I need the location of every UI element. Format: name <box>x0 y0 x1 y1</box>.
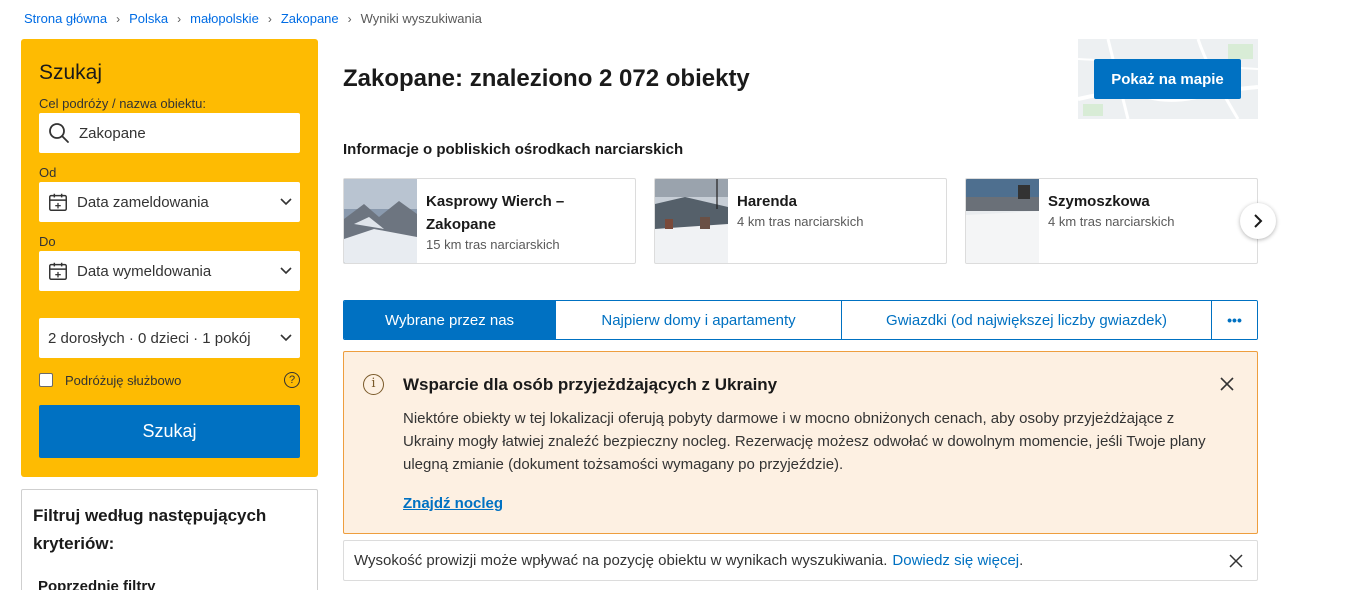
destination-value: Zakopane <box>79 124 146 142</box>
destination-label: Cel podróży / nazwa obiektu: <box>39 96 206 111</box>
business-trip-row: Podróżuję służbowo ? <box>39 372 300 388</box>
chevron-down-icon <box>272 267 300 275</box>
guests-select[interactable]: 2 dorosłych · 0 dzieci · 1 pokój <box>39 318 300 358</box>
find-accommodation-link[interactable]: Znajdź nocleg <box>403 495 503 512</box>
banner-title: Wsparcie dla osób przyjeżdżających z Ukr… <box>403 375 778 394</box>
chevron-right-icon: › <box>267 11 272 26</box>
ski-resort-distance: 4 km tras narciarskich <box>737 214 864 229</box>
sort-tab-more[interactable]: ••• <box>1212 301 1257 339</box>
checkin-value: Data zameldowania <box>77 193 209 211</box>
commission-period: . <box>1019 552 1024 569</box>
breadcrumb-current: Wyniki wyszukiwania <box>360 11 482 26</box>
commission-text: Wysokość prowizji może wpływać na pozycj… <box>354 552 888 569</box>
info-icon: i <box>363 374 384 395</box>
business-trip-checkbox[interactable] <box>39 373 53 387</box>
banner-body: Niektóre obiekty w tej lokalizacji oferu… <box>403 410 1206 473</box>
chevron-right-icon <box>1254 214 1263 228</box>
chevron-down-icon <box>272 198 300 206</box>
commission-notice: Wysokość prowizji może wpływać na pozycj… <box>343 540 1258 581</box>
ski-resort-photo <box>655 179 728 263</box>
breadcrumb-country[interactable]: Polska <box>129 11 168 26</box>
chevron-right-icon: › <box>177 11 182 26</box>
sort-tab-homes-first[interactable]: Najpierw domy i apartamenty <box>556 301 842 339</box>
breadcrumb-city[interactable]: Zakopane <box>281 11 339 26</box>
ski-resorts-heading: Informacje o pobliskich ośrodkach narcia… <box>343 141 684 158</box>
previous-filters-heading: Poprzednie filtry <box>38 578 156 590</box>
calendar-icon <box>49 193 67 211</box>
search-button[interactable]: Szukaj <box>39 405 300 458</box>
breadcrumb-region[interactable]: małopolskie <box>190 11 259 26</box>
ski-resort-name: Kasprowy Wierch – Zakopane <box>426 193 565 233</box>
page-title: Zakopane: znaleziono 2 072 obiekty <box>343 65 750 92</box>
breadcrumb-home[interactable]: Strona główna <box>24 11 107 26</box>
search-panel-title: Szukaj <box>39 61 103 84</box>
guests-value: 2 dorosłych · 0 dzieci · 1 pokój <box>48 329 251 347</box>
sort-tabs: Wybrane przez nas Najpierw domy i aparta… <box>343 300 1258 340</box>
ski-resort-photo <box>344 179 417 263</box>
carousel-next-button[interactable] <box>1240 203 1276 239</box>
ski-resort-card[interactable]: Szymoszkowa 4 km tras narciarskich <box>965 178 1258 264</box>
ukraine-support-banner: i Wsparcie dla osób przyjeżdżających z U… <box>343 351 1258 534</box>
filters-panel: Filtruj według następujących kryteriów: … <box>21 489 318 590</box>
checkout-value: Data wymeldowania <box>77 262 212 280</box>
filters-title: Filtruj według następujących kryteriów: <box>33 506 267 553</box>
ski-resort-card[interactable]: Kasprowy Wierch – Zakopane 15 km tras na… <box>343 178 636 264</box>
help-icon[interactable]: ? <box>284 372 300 388</box>
ski-resort-name: Szymoszkowa <box>1048 193 1150 210</box>
checkout-label: Do <box>39 234 56 249</box>
ski-resort-name: Harenda <box>737 193 798 210</box>
checkin-label: Od <box>39 165 57 180</box>
chevron-right-icon: › <box>116 11 121 26</box>
chevron-down-icon <box>272 334 300 342</box>
sort-tab-our-picks[interactable]: Wybrane przez nas <box>344 301 556 339</box>
learn-more-link[interactable]: Dowiedz się więcej <box>892 552 1019 569</box>
show-on-map-button[interactable]: Pokaż na mapie <box>1094 59 1241 99</box>
destination-input[interactable]: Zakopane <box>39 113 300 153</box>
ski-resort-card[interactable]: Harenda 4 km tras narciarskich <box>654 178 947 264</box>
ski-resort-photo <box>966 179 1039 263</box>
calendar-icon <box>49 262 67 280</box>
close-icon[interactable] <box>1219 376 1235 392</box>
breadcrumb: Strona główna › Polska › małopolskie › Z… <box>24 11 482 26</box>
search-icon <box>49 123 69 143</box>
checkin-select[interactable]: Data zameldowania <box>39 182 300 222</box>
ski-resort-distance: 15 km tras narciarskich <box>426 237 560 252</box>
checkout-select[interactable]: Data wymeldowania <box>39 251 300 291</box>
sort-tab-stars[interactable]: Gwiazdki (od największej liczby gwiazdek… <box>842 301 1212 339</box>
chevron-right-icon: › <box>347 11 352 26</box>
search-panel: Szukaj Cel podróży / nazwa obiektu: Zako… <box>21 39 318 477</box>
business-trip-label[interactable]: Podróżuję służbowo <box>65 373 181 388</box>
ski-resort-distance: 4 km tras narciarskich <box>1048 214 1175 229</box>
close-icon[interactable] <box>1229 554 1243 568</box>
